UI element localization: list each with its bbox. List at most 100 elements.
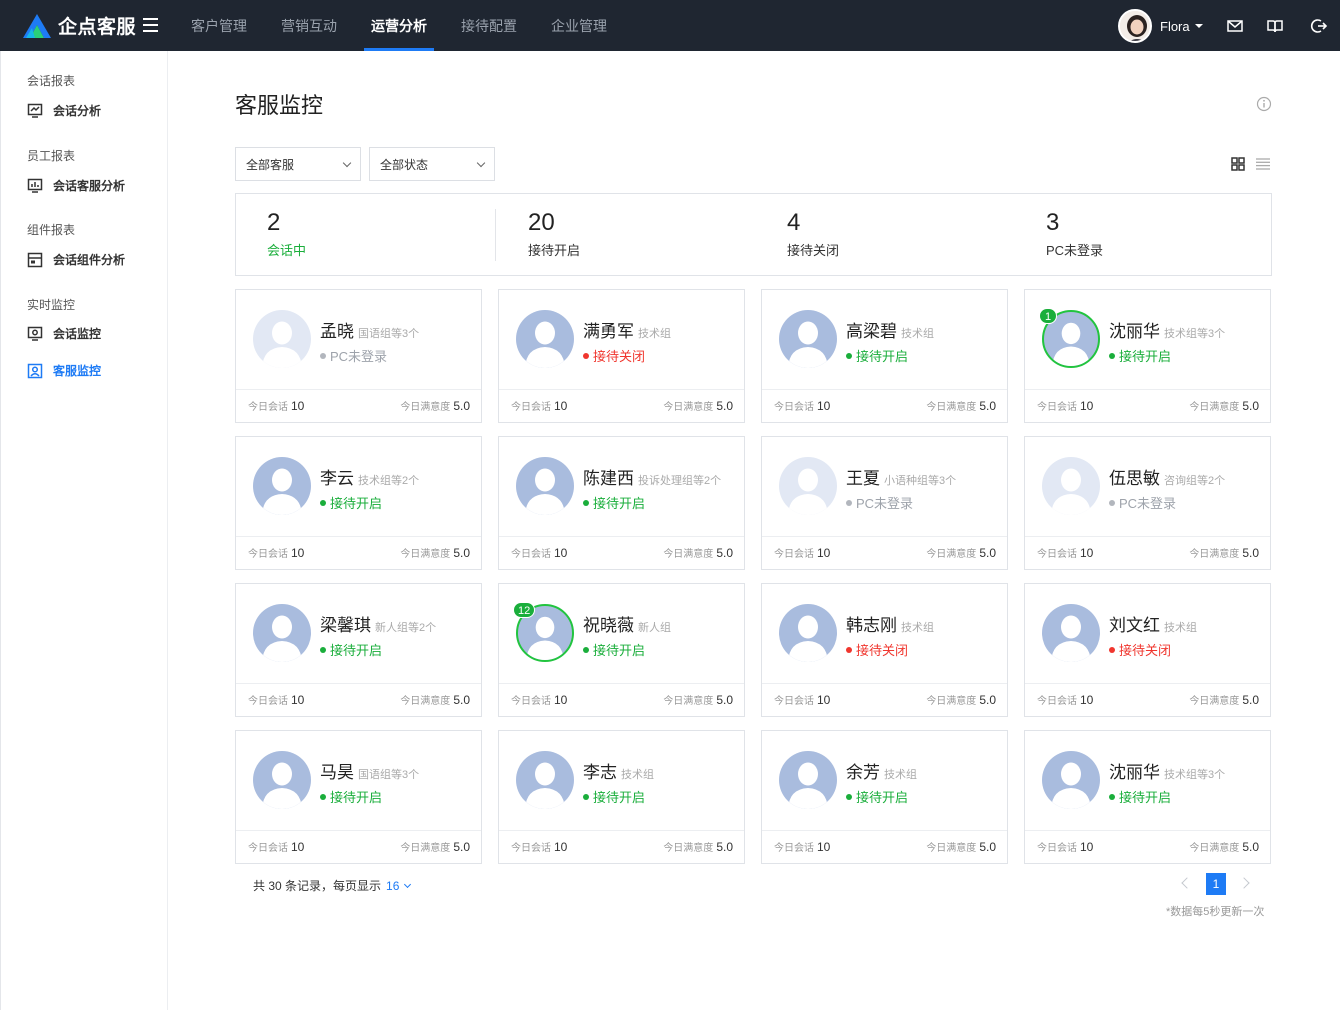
stat-label: 会话中 — [267, 243, 307, 258]
agent-card[interactable]: 刘文红 技术组 接待关闭 今日会话 10 今日满意度 5.0 — [1024, 583, 1271, 717]
today-sessions: 今日会话 10 — [1037, 397, 1093, 415]
agent-group: 技术组 — [638, 328, 671, 340]
agent-status-text: 接待开启 — [330, 790, 383, 805]
agent-avatar — [516, 457, 574, 515]
stat-value: 20 — [528, 209, 555, 236]
sidebar-item-agent-analysis[interactable]: 会话客服分析 — [27, 177, 125, 194]
page-button-current[interactable]: 1 — [1206, 873, 1226, 895]
agent-card[interactable]: 1 沈丽华 技术组等3个 接待开启 今日会话 10 今日满意度 5.0 — [1024, 289, 1271, 423]
today-satisfaction-value: 5.0 — [716, 840, 733, 854]
today-satisfaction: 今日满意度 5.0 — [663, 838, 733, 856]
sidebar-item-session-monitor[interactable]: 会话监控 — [27, 325, 101, 342]
agent-silhouette-icon — [788, 762, 828, 809]
nav-item-reception[interactable]: 接待配置 — [444, 0, 534, 51]
agent-name-line: 满勇军 技术组 — [583, 317, 671, 342]
sidebar-item-agent-monitor[interactable]: 客服监控 — [27, 362, 101, 379]
agent-card[interactable]: 沈丽华 技术组等3个 接待开启 今日会话 10 今日满意度 5.0 — [1024, 730, 1271, 864]
status-dot-icon — [846, 352, 852, 359]
stat-reception-closed[interactable]: 4 接待关闭 — [787, 208, 839, 259]
agent-name-line: 马昊 国语组等3个 — [320, 758, 419, 783]
info-icon[interactable] — [1256, 96, 1272, 112]
agent-silhouette-icon — [262, 615, 302, 662]
today-sessions-label: 今日会话 — [248, 402, 288, 413]
agent-silhouette-icon — [525, 762, 565, 809]
agent-card[interactable]: 王夏 小语种组等3个 PC未登录 今日会话 10 今日满意度 5.0 — [761, 436, 1008, 570]
agent-filter-select[interactable]: 全部客服 — [235, 147, 361, 181]
agent-card[interactable]: 孟晓 国语组等3个 PC未登录 今日会话 10 今日满意度 5.0 — [235, 289, 482, 423]
today-satisfaction: 今日满意度 5.0 — [663, 544, 733, 562]
today-satisfaction-label: 今日满意度 — [400, 696, 451, 707]
today-sessions-label: 今日会话 — [511, 696, 551, 707]
menu-toggle-icon[interactable] — [143, 18, 158, 32]
sidebar-item-session-analysis[interactable]: 会话分析 — [27, 102, 101, 119]
agent-card[interactable]: 12 祝晓薇 新人组 接待开启 今日会话 10 今日满意度 5.0 — [498, 583, 745, 717]
agent-name: 梁馨琪 — [320, 616, 371, 635]
agent-status: 接待开启 — [583, 493, 645, 512]
today-sessions-label: 今日会话 — [1037, 696, 1077, 707]
agent-avatar — [779, 604, 837, 662]
logo-icon — [23, 13, 51, 38]
today-sessions: 今日会话 10 — [511, 544, 567, 562]
agent-card[interactable]: 余芳 技术组 接待开启 今日会话 10 今日满意度 5.0 — [761, 730, 1008, 864]
today-satisfaction: 今日满意度 5.0 — [926, 691, 996, 709]
sidebar: 会话报表 会话分析 员工报表 会话客服分析 组件报表 会话组件分析 实时监控 会… — [0, 51, 168, 1010]
agent-status-text: 接待开启 — [1119, 349, 1172, 364]
today-sessions-value: 10 — [817, 693, 831, 707]
today-satisfaction-label: 今日满意度 — [400, 549, 451, 560]
agent-status: 接待关闭 — [583, 346, 645, 365]
agent-card[interactable]: 满勇军 技术组 接待关闭 今日会话 10 今日满意度 5.0 — [498, 289, 745, 423]
book-icon[interactable] — [1266, 17, 1284, 35]
sidebar-item-widget-analysis[interactable]: 会话组件分析 — [27, 251, 125, 268]
stat-label: 接待关闭 — [787, 243, 840, 258]
page-size-select[interactable]: 16 — [386, 879, 399, 893]
agent-silhouette-icon — [1051, 468, 1091, 515]
agent-card[interactable]: 陈建西 投诉处理组等2个 接待开启 今日会话 10 今日满意度 5.0 — [498, 436, 745, 570]
mail-icon[interactable] — [1226, 17, 1244, 35]
today-satisfaction: 今日满意度 5.0 — [400, 544, 470, 562]
today-satisfaction-value: 5.0 — [979, 399, 996, 413]
stat-reception-open[interactable]: 20 接待开启 — [528, 208, 580, 259]
agent-card[interactable]: 高梁碧 技术组 接待开启 今日会话 10 今日满意度 5.0 — [761, 289, 1008, 423]
today-sessions-label: 今日会话 — [248, 696, 288, 707]
agent-card[interactable]: 梁馨琪 新人组等2个 接待开启 今日会话 10 今日满意度 5.0 — [235, 583, 482, 717]
nav-item-enterprise[interactable]: 企业管理 — [534, 0, 624, 51]
agent-card[interactable]: 李志 技术组 接待开启 今日会话 10 今日满意度 5.0 — [498, 730, 745, 864]
nav-item-marketing[interactable]: 营销互动 — [264, 0, 354, 51]
agent-name-line: 祝晓薇 新人组 — [583, 611, 671, 636]
today-satisfaction: 今日满意度 5.0 — [663, 691, 733, 709]
agent-group: 投诉处理组等2个 — [638, 475, 722, 487]
agent-status-text: 接待关闭 — [593, 349, 646, 364]
agent-card[interactable]: 韩志刚 技术组 接待关闭 今日会话 10 今日满意度 5.0 — [761, 583, 1008, 717]
today-sessions-value: 10 — [1080, 546, 1094, 560]
grid-view-icon[interactable] — [1231, 157, 1245, 171]
agent-group: 小语种组等3个 — [884, 475, 957, 487]
agent-name-line: 韩志刚 技术组 — [846, 611, 934, 636]
app-logo[interactable]: 企点客服 — [22, 12, 136, 39]
list-view-icon[interactable] — [1256, 157, 1270, 171]
pagination-summary: 共 30 条记录，每页显示 16 — [253, 877, 412, 894]
user-menu[interactable]: Flora — [1118, 9, 1203, 43]
agent-group: 技术组等2个 — [358, 475, 420, 487]
nav-item-analytics[interactable]: 运营分析 — [354, 0, 444, 51]
stat-in-session[interactable]: 2 会话中 — [267, 208, 306, 259]
agent-card[interactable]: 李云 技术组等2个 接待开启 今日会话 10 今日满意度 5.0 — [235, 436, 482, 570]
today-satisfaction-label: 今日满意度 — [1189, 696, 1240, 707]
agent-status-text: 接待开启 — [593, 496, 646, 511]
next-page-button[interactable] — [1238, 877, 1250, 889]
status-filter-select[interactable]: 全部状态 — [369, 147, 495, 181]
nav-item-customer[interactable]: 客户管理 — [174, 0, 264, 51]
agent-card[interactable]: 伍思敏 咨询组等2个 PC未登录 今日会话 10 今日满意度 5.0 — [1024, 436, 1271, 570]
agent-card[interactable]: 马昊 国语组等3个 接待开启 今日会话 10 今日满意度 5.0 — [235, 730, 482, 864]
sidebar-item-label: 客服监控 — [53, 364, 102, 378]
today-sessions: 今日会话 10 — [1037, 691, 1093, 709]
agent-name-line: 刘文红 技术组 — [1109, 611, 1197, 636]
today-satisfaction: 今日满意度 5.0 — [1189, 397, 1259, 415]
agent-avatar — [1042, 604, 1100, 662]
today-satisfaction-value: 5.0 — [453, 399, 470, 413]
agent-name-line: 高梁碧 技术组 — [846, 317, 934, 342]
logout-icon[interactable] — [1310, 17, 1328, 35]
today-satisfaction-label: 今日满意度 — [400, 843, 451, 854]
agent-name-line: 梁馨琪 新人组等2个 — [320, 611, 436, 636]
stat-pc-offline[interactable]: 3 PC未登录 — [1046, 208, 1103, 259]
prev-page-button[interactable] — [1181, 877, 1193, 889]
